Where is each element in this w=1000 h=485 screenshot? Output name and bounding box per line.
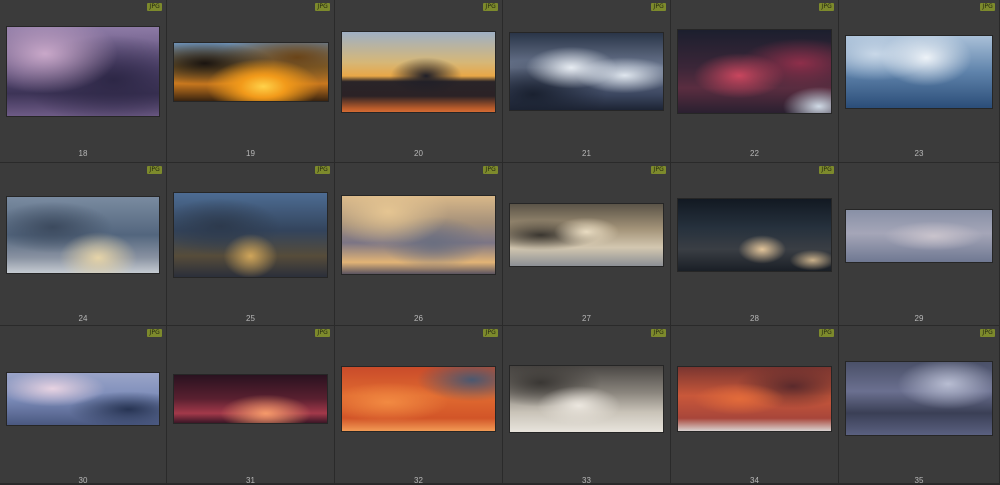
thumbnail-image[interactable]	[846, 362, 992, 435]
thumbnail-cell[interactable]: JPG 21	[503, 0, 671, 163]
thumbnail-cell[interactable]: JPG 35	[839, 326, 1000, 485]
file-type-badge: JPG	[819, 3, 834, 11]
thumbnail-image[interactable]	[174, 375, 327, 423]
thumbnail-number: 25	[246, 314, 255, 323]
thumbnail-image[interactable]	[174, 43, 328, 101]
thumbnail-image[interactable]	[678, 367, 831, 431]
thumbnail-cell[interactable]: JPG 34	[671, 326, 839, 485]
thumbnail-cell[interactable]: JPG 26	[335, 163, 503, 326]
thumbnail-image[interactable]	[174, 193, 327, 277]
thumbnail-grid: JPG 18 JPG 19 JPG 20 JPG 21 JPG 22 JPG 2…	[0, 0, 1000, 485]
thumbnail-cell[interactable]: JPG 25	[167, 163, 335, 326]
file-type-badge: JPG	[819, 329, 834, 337]
file-type-badge: JPG	[483, 329, 498, 337]
file-type-badge: JPG	[315, 3, 330, 11]
thumbnail-cell[interactable]: JPG 19	[167, 0, 335, 163]
thumbnail-number: 24	[78, 314, 88, 323]
thumbnail-image[interactable]	[678, 199, 831, 271]
thumbnail-image[interactable]	[846, 36, 992, 108]
file-type-badge: JPG	[980, 329, 995, 337]
thumbnail-cell[interactable]: JPG 31	[167, 326, 335, 485]
file-type-badge: JPG	[651, 166, 666, 174]
thumbnail-cell[interactable]: JPG 32	[335, 326, 503, 485]
file-type-badge: JPG	[147, 329, 162, 337]
thumbnail-number: 21	[582, 149, 591, 158]
file-type-badge: JPG	[483, 3, 498, 11]
file-type-badge: JPG	[147, 3, 162, 11]
thumbnail-image[interactable]	[510, 33, 663, 110]
file-type-badge: JPG	[651, 329, 666, 337]
thumbnail-image[interactable]	[7, 197, 159, 273]
thumbnail-number: 27	[582, 314, 591, 323]
thumbnail-image[interactable]	[342, 196, 495, 274]
file-type-badge: JPG	[315, 329, 330, 337]
thumbnail-cell[interactable]: 29	[839, 163, 1000, 326]
thumbnail-image[interactable]	[510, 204, 663, 266]
thumbnail-number: 23	[914, 149, 924, 158]
thumbnail-cell[interactable]: JPG 30	[0, 326, 167, 485]
thumbnail-cell[interactable]: JPG 27	[503, 163, 671, 326]
file-type-badge: JPG	[315, 166, 330, 174]
thumbnail-cell[interactable]: JPG 24	[0, 163, 167, 326]
file-type-badge: JPG	[980, 3, 995, 11]
thumbnail-number: 29	[914, 314, 924, 323]
thumbnail-image[interactable]	[678, 30, 831, 113]
thumbnail-cell[interactable]: JPG 20	[335, 0, 503, 163]
file-type-badge: JPG	[147, 166, 162, 174]
file-type-badge: JPG	[819, 166, 834, 174]
thumbnail-image[interactable]	[7, 373, 159, 425]
thumbnail-image[interactable]	[510, 366, 663, 432]
thumbnail-number: 28	[750, 314, 759, 323]
thumbnail-image[interactable]	[342, 32, 495, 112]
thumbnail-number: 18	[78, 149, 88, 158]
thumbnail-number: 26	[414, 314, 423, 323]
thumbnail-number: 22	[750, 149, 759, 158]
thumbnail-number: 19	[246, 149, 255, 158]
thumbnail-image[interactable]	[846, 210, 992, 262]
thumbnail-image[interactable]	[342, 367, 495, 431]
thumbnail-image[interactable]	[7, 27, 159, 116]
file-type-badge: JPG	[651, 3, 666, 11]
thumbnail-cell[interactable]: JPG 23	[839, 0, 1000, 163]
thumbnail-cell[interactable]: JPG 28	[671, 163, 839, 326]
thumbnail-cell[interactable]: JPG 22	[671, 0, 839, 163]
file-type-badge: JPG	[483, 166, 498, 174]
thumbnail-number: 20	[414, 149, 423, 158]
thumbnail-cell[interactable]: JPG 18	[0, 0, 167, 163]
thumbnail-cell[interactable]: JPG 33	[503, 326, 671, 485]
